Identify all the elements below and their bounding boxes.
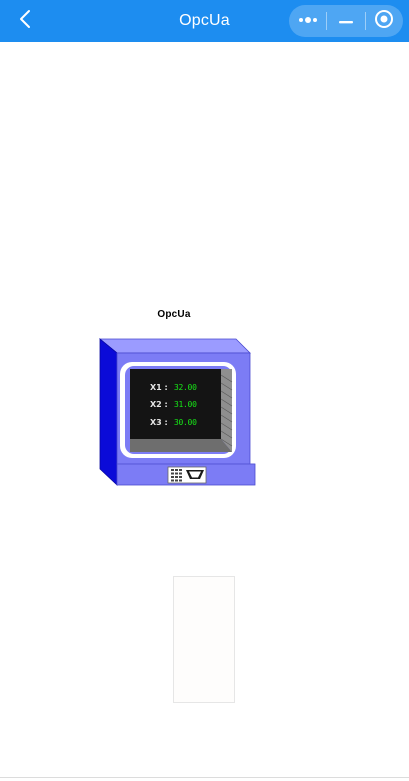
more-button[interactable] bbox=[289, 5, 326, 37]
terminal-monitor-icon bbox=[98, 338, 256, 486]
top-nav-bar: OpcUa bbox=[0, 0, 409, 42]
widget-title: OpcUa bbox=[157, 309, 191, 320]
readout-label-x1: X1 : bbox=[150, 383, 168, 392]
chevron-left-icon bbox=[19, 9, 31, 34]
minimize-button[interactable] bbox=[327, 5, 364, 37]
target-close-icon bbox=[374, 9, 394, 34]
mini-program-page: OpcUa OpcUa X1: 32.00 X2: 31.00 X3: 3… bbox=[0, 0, 409, 781]
readout-label-x2: X2 : bbox=[150, 400, 168, 409]
readout-value-x1: 32.00 bbox=[174, 383, 197, 392]
readout-value-x3: 30.00 bbox=[174, 418, 197, 427]
close-button[interactable] bbox=[366, 5, 403, 37]
readout-label-x3: X3 : bbox=[150, 418, 168, 427]
back-button[interactable] bbox=[10, 7, 40, 35]
menu-capsule bbox=[289, 5, 403, 37]
opcua-terminal-widget[interactable]: X1 : 32.00 X2 : 31.00 X3 : 30.00 bbox=[98, 337, 256, 486]
empty-panel bbox=[173, 576, 235, 703]
more-dots-icon bbox=[297, 12, 319, 30]
readout-value-x2: 31.00 bbox=[174, 400, 197, 409]
minimize-icon bbox=[338, 12, 354, 30]
bottom-divider bbox=[0, 777, 409, 778]
